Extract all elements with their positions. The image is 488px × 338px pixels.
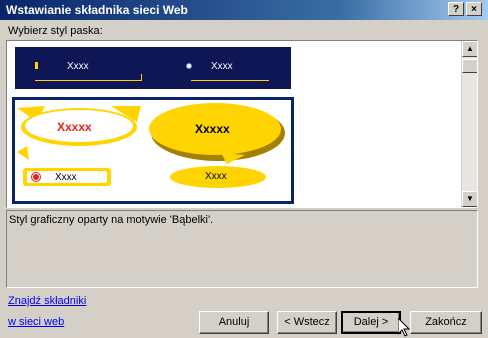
- window-title: Wstawianie składnika sieci Web: [6, 3, 188, 17]
- style-description: Styl graficzny oparty na motywie 'Bąbelk…: [6, 210, 478, 288]
- bubble-small-left-text: Xxxx: [55, 172, 77, 183]
- nav-underline: [35, 80, 141, 81]
- bubble-right-text: Xxxxx: [195, 122, 230, 136]
- bubbles-preview-graphic: [17, 103, 285, 188]
- close-button[interactable]: ×: [466, 2, 482, 16]
- nav-bullet-icon: [186, 63, 192, 69]
- back-button[interactable]: < Wstecz: [277, 311, 337, 334]
- cancel-button[interactable]: Anuluj: [199, 311, 269, 334]
- find-components-link-line2[interactable]: w sieci web: [8, 316, 64, 328]
- find-components-link[interactable]: Znajdź składniki: [8, 295, 86, 307]
- nav-tick: [141, 74, 142, 81]
- scroll-thumb[interactable]: [462, 59, 477, 73]
- nav-marker-icon: [35, 62, 38, 69]
- bubble-bullet-icon: [32, 173, 40, 181]
- next-button[interactable]: Dalej >: [341, 311, 401, 334]
- nav-underline: [191, 80, 269, 81]
- help-button[interactable]: ?: [448, 2, 464, 16]
- finish-button[interactable]: Zakończ: [410, 311, 482, 334]
- style-description-text: Styl graficzny oparty na motywie 'Bąbelk…: [9, 214, 214, 226]
- scroll-down-arrow-icon[interactable]: ▼: [462, 191, 477, 207]
- vertical-scrollbar[interactable]: ▲ ▼: [461, 41, 477, 207]
- scroll-up-arrow-icon[interactable]: ▲: [462, 41, 477, 57]
- nav-preview-item-1: Xxxx: [67, 61, 89, 72]
- style-option-dark[interactable]: Xxxx Xxxx: [15, 47, 291, 89]
- mouse-pointer-icon: [398, 318, 410, 337]
- style-option-bubbles-selected[interactable]: Xxxxx Xxxxx Xxxx Xxxx: [12, 97, 294, 204]
- bubble-left-text: Xxxxx: [57, 120, 92, 134]
- style-list-label: Wybierz styl paska:: [8, 25, 103, 37]
- title-bar[interactable]: Wstawianie składnika sieci Web ? ×: [0, 0, 488, 20]
- bubble-small-right-text: Xxxx: [205, 171, 227, 182]
- nav-preview-item-2: Xxxx: [211, 61, 233, 72]
- style-list[interactable]: Xxxx Xxxx Xxxxx Xxxxx Xxxx Xxxx ▲ ▼: [6, 40, 478, 208]
